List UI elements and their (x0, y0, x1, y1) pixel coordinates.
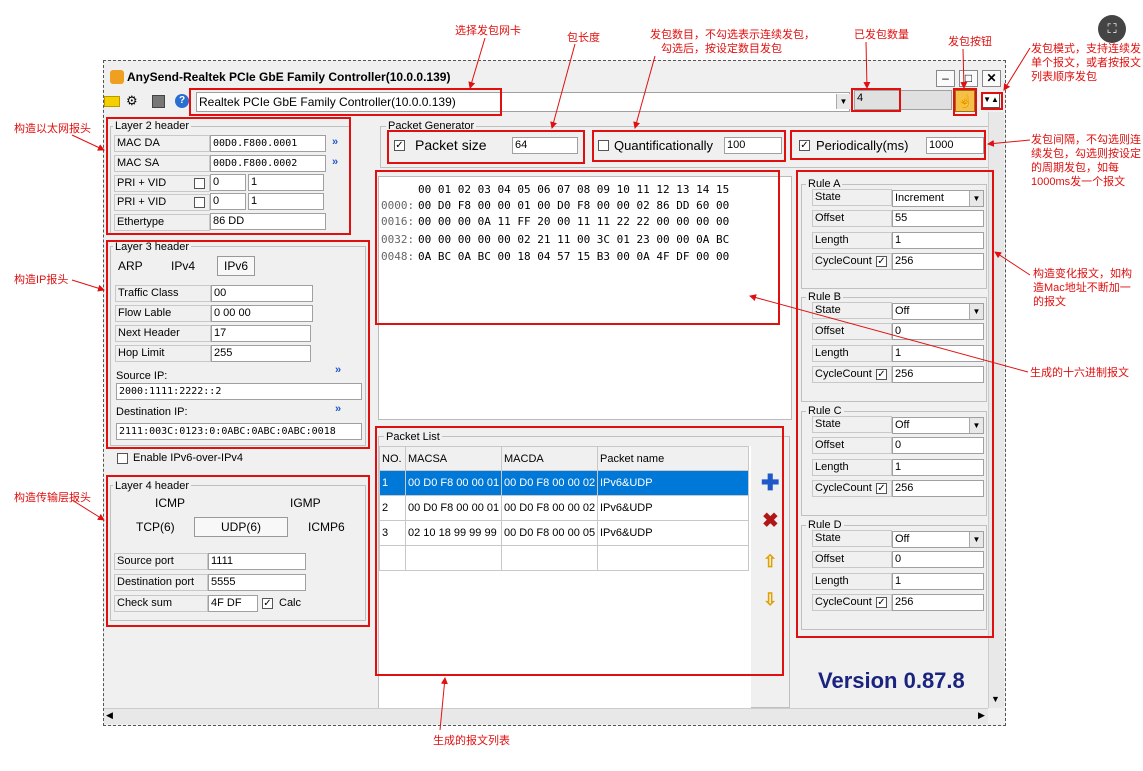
annotation-arrows (71, 37, 1031, 731)
screenshot-icon[interactable]: ⛶ (1098, 15, 1126, 43)
